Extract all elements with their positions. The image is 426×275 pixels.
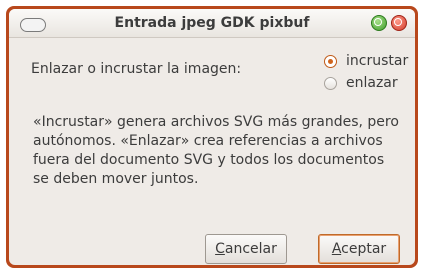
maximize-button[interactable] [371,15,387,31]
accept-label: ceptar [341,241,387,257]
cancel-button[interactable]: Cancelar [205,234,287,264]
window-title: Entrada jpeg GDK pixbuf [114,15,310,31]
radio-incrustar-label: incrustar [346,53,409,69]
embed-or-link-label: Enlazar o incrustar la imagen: [31,61,242,77]
titlebar[interactable]: Entrada jpeg GDK pixbuf [9,9,415,38]
dialog: Entrada jpeg GDK pixbuf Enlazar o incrus… [9,9,415,265]
accept-mnemonic: A [331,241,342,257]
cancel-label: ancelar [224,241,277,257]
window-menu-icon[interactable] [20,18,46,32]
description-text: «Incrustar» genera archivos SVG más gran… [33,114,399,187]
cancel-mnemonic: C [215,241,225,257]
radio-selected-icon[interactable] [324,55,337,68]
radio-unselected-icon[interactable] [324,77,337,90]
close-button[interactable] [391,15,407,31]
close-icon [394,18,402,26]
maximize-icon [374,18,382,26]
accept-button[interactable]: Aceptar [318,234,400,264]
radio-enlazar-label: enlazar [346,75,398,91]
